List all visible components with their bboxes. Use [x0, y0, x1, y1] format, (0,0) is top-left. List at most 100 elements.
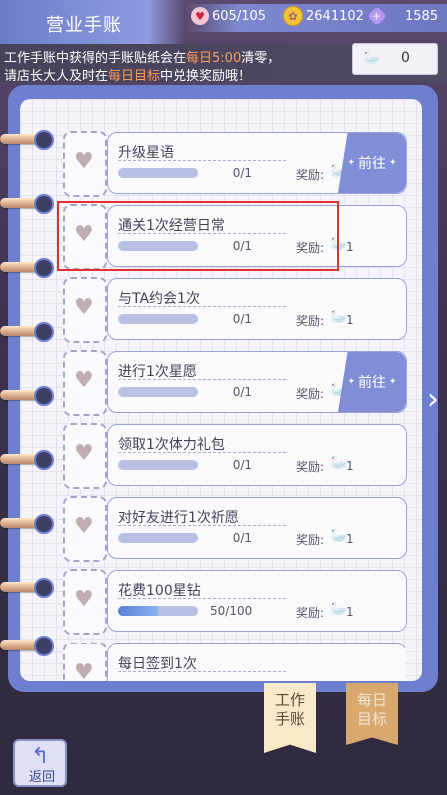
- sticker-slot: ♥: [63, 643, 107, 681]
- task-progress: 0/1: [232, 458, 252, 472]
- reward-label: 奖励:: [296, 314, 325, 328]
- reward-count: 1: [346, 459, 354, 473]
- task-name: 领取1次体力礼包: [118, 437, 225, 453]
- stamina-icon: ♥: [191, 7, 209, 25]
- stamina-resource[interactable]: ♥ 605/105: [191, 6, 266, 26]
- info-text: 请店长大人及时在: [4, 69, 109, 84]
- daily-goal-link-text: 每日目标: [108, 69, 161, 84]
- task-card: 与TA约会1次 0/1 奖励: 🦢 1: [107, 278, 407, 340]
- binder-ring: [0, 256, 54, 278]
- binder-ring: [0, 576, 54, 598]
- binder-ring: [0, 634, 54, 656]
- task-progress: 0/1: [232, 531, 252, 545]
- info-line-1: 工作手账中获得的手账贴纸会在每日5:00清零，: [4, 47, 280, 66]
- binder-ring: [0, 384, 54, 406]
- info-text: 清零，: [241, 51, 281, 66]
- progress-bar: [118, 387, 198, 397]
- go-label: 前往: [358, 156, 386, 172]
- task-progress: 0/1: [232, 312, 252, 326]
- sticker-slot: ♥: [63, 569, 107, 635]
- heart-sticker-icon: ♥: [74, 368, 94, 393]
- gem-value: 1585: [405, 8, 439, 24]
- back-label: 返回: [29, 770, 56, 785]
- task-row: ♥ 与TA约会1次 0/1 奖励: 🦢 1: [63, 277, 407, 343]
- divider: [118, 525, 286, 526]
- next-page-arrow-icon[interactable]: ›: [422, 378, 444, 420]
- divider: [118, 671, 286, 672]
- heart-sticker-icon: ♥: [74, 295, 94, 320]
- heart-sticker-icon: ♥: [74, 587, 94, 612]
- task-row: ♥ 领取1次体力礼包 0/1 奖励: 🦢 1: [63, 423, 407, 489]
- reward-label: 奖励:: [296, 606, 325, 620]
- task-card: 领取1次体力礼包 0/1 奖励: 🦢 1: [107, 424, 407, 486]
- info-text: 中兑换奖励哦！: [160, 69, 252, 84]
- task-card: 每日签到1次: [107, 643, 405, 681]
- divider: [118, 160, 286, 161]
- reward-label: 奖励:: [296, 533, 325, 547]
- swan-sticker-icon: 🦢: [363, 50, 381, 66]
- stamina-value: 605/105: [212, 8, 267, 24]
- coin-icon: ✿: [283, 6, 303, 26]
- progress-bar: [118, 533, 198, 543]
- coin-value: 2641102: [306, 8, 364, 24]
- task-name: 与TA约会1次: [118, 291, 200, 307]
- heart-sticker-icon: ♥: [74, 149, 94, 174]
- go-button[interactable]: ✦ 前往 ✦: [338, 352, 406, 412]
- task-row: ♥ 对好友进行1次祈愿 0/1 奖励: 🦢 1: [63, 496, 407, 562]
- reward-label: 奖励:: [296, 168, 325, 182]
- info-line-2: 请店长大人及时在每日目标中兑换奖励哦！: [4, 65, 251, 84]
- top-bar: 营业手账 ♥ 605/105 ✿ 2641102 + 1585: [0, 0, 447, 44]
- progress-fill: [118, 606, 158, 616]
- tab-daily-goals[interactable]: 每日 目标: [346, 683, 398, 745]
- task-card: 进行1次星愿 0/1 奖励: 🦢 1 ✦前往✦: [107, 351, 407, 413]
- go-button[interactable]: ✦ 前往 ✦: [338, 133, 406, 193]
- reset-time: 每日5:00: [186, 51, 242, 66]
- divider: [118, 379, 286, 380]
- selection-highlight: [57, 201, 339, 271]
- sticker-slot: ♥: [63, 350, 107, 416]
- task-card: 对好友进行1次祈愿 0/1 奖励: 🦢 1: [107, 497, 407, 559]
- progress-bar: [118, 168, 198, 178]
- sticker-slot: ♥: [63, 131, 107, 197]
- sparkle-icon: ✦: [389, 377, 397, 387]
- task-name: 每日签到1次: [118, 656, 197, 672]
- reward-count: 1: [346, 532, 354, 546]
- swan-sticker-icon: 🦢: [330, 455, 348, 471]
- task-row: ♥ 花费100星钻 50/100 奖励: 🦢 1: [63, 569, 407, 635]
- reward-label: 奖励:: [296, 387, 325, 401]
- info-text: 工作手账中获得的手账贴纸会在: [4, 51, 187, 66]
- task-row: ♥ 进行1次星愿 0/1 奖励: 🦢 1 ✦前往✦: [63, 350, 407, 416]
- progress-bar: [118, 314, 198, 324]
- sticker-slot: ♥: [63, 423, 107, 489]
- progress-bar: [118, 606, 198, 616]
- sparkle-icon: ✦: [389, 158, 397, 168]
- task-card: 花费100星钻 50/100 奖励: 🦢 1: [107, 570, 407, 632]
- binder-ring: [0, 512, 54, 534]
- tab-work-notebook[interactable]: 工作 手账: [264, 683, 316, 753]
- heart-sticker-icon: ♥: [74, 660, 94, 681]
- sticker-slot: ♥: [63, 496, 107, 562]
- coin-resource[interactable]: ✿ 2641102: [283, 6, 364, 26]
- swan-sticker-icon: 🦢: [330, 528, 348, 544]
- go-label: 前往: [358, 375, 386, 391]
- divider: [118, 452, 286, 453]
- gem-resource[interactable]: + 1585: [367, 6, 439, 26]
- heart-sticker-icon: ♥: [74, 441, 94, 466]
- swan-sticker-icon: 🦢: [330, 601, 348, 617]
- task-name: 升级星语: [118, 145, 174, 161]
- binder-ring: [0, 448, 54, 470]
- sticker-counter: 🦢 0: [352, 43, 438, 75]
- task-name: 对好友进行1次祈愿: [118, 510, 239, 526]
- task-progress: 50/100: [210, 604, 253, 618]
- sparkle-icon: ✦: [347, 158, 355, 168]
- sticker-count: 0: [401, 50, 410, 66]
- reward-label: 奖励:: [296, 460, 325, 474]
- swan-sticker-icon: 🦢: [330, 309, 348, 325]
- reward-count: 1: [346, 313, 354, 327]
- task-card: 升级星语 0/1 奖励: 🦢 1 ✦前往✦: [107, 132, 407, 194]
- task-row: ♥ 每日签到1次: [63, 643, 405, 681]
- gem-icon: +: [367, 6, 387, 26]
- back-button[interactable]: ↰ 返回: [13, 739, 67, 787]
- sticker-slot: ♥: [63, 277, 107, 343]
- reward-count: 1: [346, 240, 354, 254]
